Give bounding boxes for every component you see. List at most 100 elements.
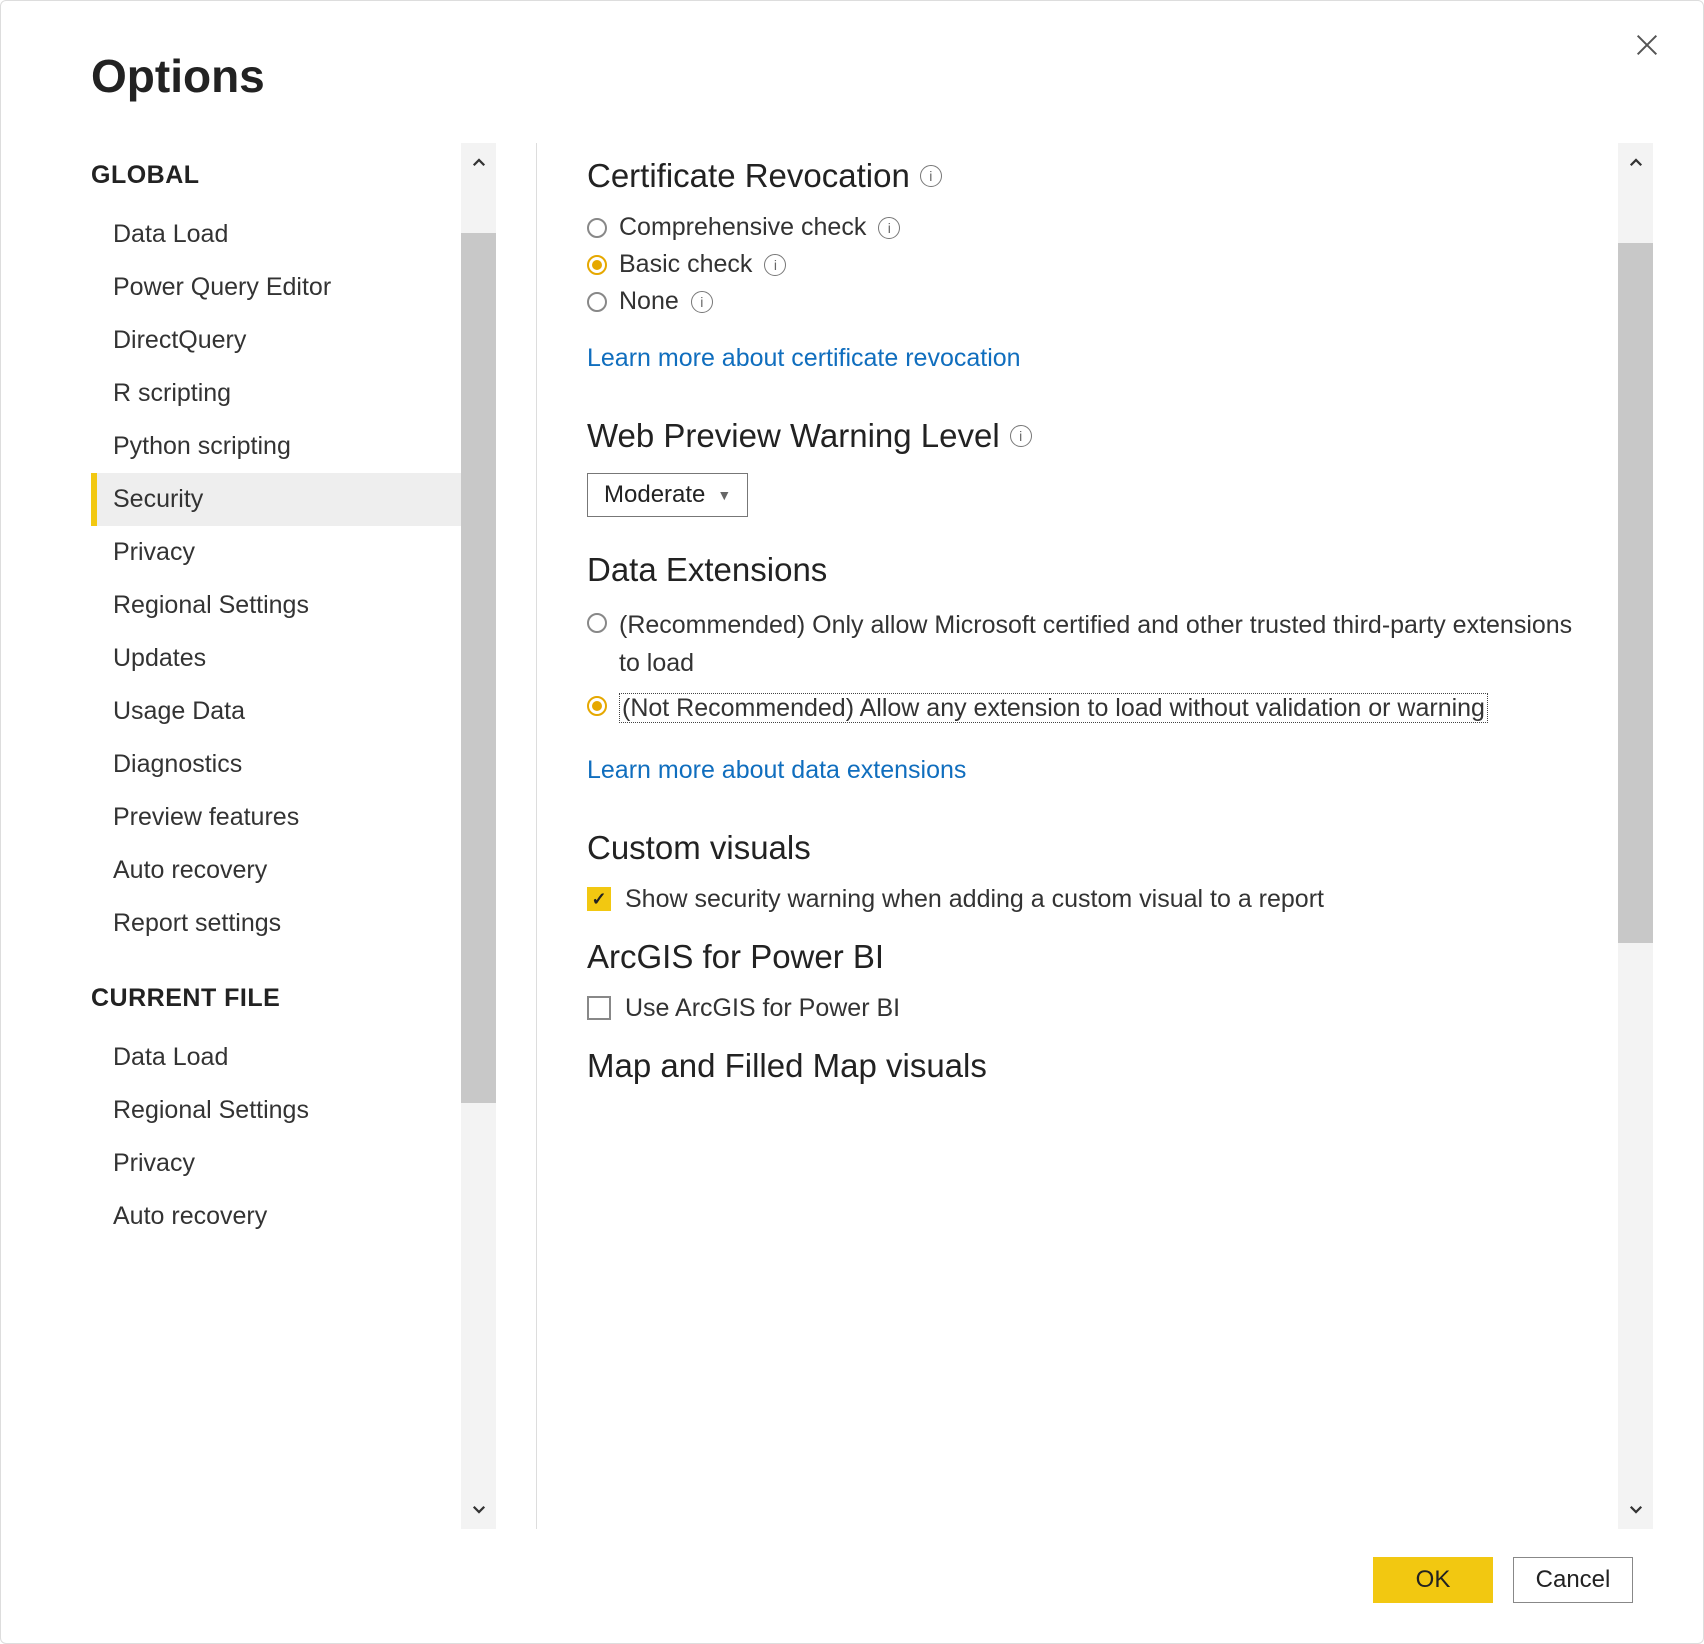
- scroll-down-icon[interactable]: [461, 1489, 496, 1529]
- radio-icon: [587, 613, 607, 633]
- scroll-down-icon[interactable]: [1618, 1489, 1653, 1529]
- sidebar-item-label: Diagnostics: [113, 750, 242, 778]
- close-icon[interactable]: [1631, 29, 1663, 61]
- scrollbar-thumb[interactable]: [461, 233, 496, 1103]
- link-data-extensions[interactable]: Learn more about data extensions: [587, 756, 966, 785]
- info-icon[interactable]: i: [1010, 425, 1032, 447]
- options-dialog: Options GLOBAL Data Load Power Query Edi…: [0, 0, 1704, 1644]
- section-label: Custom visuals: [587, 829, 811, 867]
- section-label: Data Extensions: [587, 551, 827, 589]
- sidebar-item-r-scripting[interactable]: R scripting: [91, 367, 461, 420]
- radio-label: (Not Recommended) Allow any extension to…: [619, 693, 1488, 723]
- sidebar: GLOBAL Data Load Power Query Editor Dire…: [91, 143, 461, 1529]
- sidebar-item-label: Preview features: [113, 803, 299, 831]
- radio-label: (Recommended) Only allow Microsoft certi…: [619, 607, 1598, 682]
- checkbox-icon: [587, 996, 611, 1020]
- cancel-button[interactable]: Cancel: [1513, 1557, 1633, 1603]
- sidebar-item-label: Auto recovery: [113, 1202, 267, 1230]
- sidebar-item-label: Power Query Editor: [113, 273, 331, 301]
- section-data-extensions: Data Extensions: [587, 551, 1598, 589]
- sidebar-item-auto-recovery[interactable]: Auto recovery: [91, 844, 461, 897]
- sidebar-item-label: Data Load: [113, 220, 228, 248]
- radio-icon: [587, 255, 607, 275]
- sidebar-item-privacy[interactable]: Privacy: [91, 526, 461, 579]
- main-container: Certificate Revocation i Comprehensive c…: [587, 143, 1653, 1529]
- chevron-down-icon: ▼: [717, 487, 731, 503]
- sidebar-item-usage-data[interactable]: Usage Data: [91, 685, 461, 738]
- sidebar-item-power-query-editor[interactable]: Power Query Editor: [91, 261, 461, 314]
- radio-label: None: [619, 287, 679, 316]
- sidebar-item-security[interactable]: Security: [91, 473, 461, 526]
- link-cert-revocation[interactable]: Learn more about certificate revocation: [587, 344, 1021, 373]
- radio-ext-recommended[interactable]: (Recommended) Only allow Microsoft certi…: [587, 607, 1598, 682]
- sidebar-item-label: Report settings: [113, 909, 281, 937]
- radio-label: Comprehensive check: [619, 213, 866, 242]
- sidebar-item-data-load[interactable]: Data Load: [91, 208, 461, 261]
- radio-icon: [587, 696, 607, 716]
- checkbox-icon: ✓: [587, 887, 611, 911]
- scrollbar-thumb[interactable]: [1618, 243, 1653, 943]
- sidebar-item-label: Updates: [113, 644, 206, 672]
- sidebar-item-label: Regional Settings: [113, 1096, 309, 1124]
- section-web-preview-warning: Web Preview Warning Level i: [587, 417, 1598, 455]
- sidebar-item-label: Auto recovery: [113, 856, 267, 884]
- sidebar-group-current-file: CURRENT FILE: [91, 984, 461, 1013]
- sidebar-item-cf-data-load[interactable]: Data Load: [91, 1031, 461, 1084]
- sidebar-container: GLOBAL Data Load Power Query Editor Dire…: [91, 143, 496, 1529]
- scroll-up-icon[interactable]: [461, 143, 496, 183]
- sidebar-item-label: DirectQuery: [113, 326, 246, 354]
- sidebar-item-diagnostics[interactable]: Diagnostics: [91, 738, 461, 791]
- info-icon[interactable]: i: [691, 291, 713, 313]
- section-map-visuals: Map and Filled Map visuals: [587, 1047, 1598, 1085]
- sidebar-item-label: Data Load: [113, 1043, 228, 1071]
- sidebar-item-cf-privacy[interactable]: Privacy: [91, 1137, 461, 1190]
- checkbox-arcgis[interactable]: Use ArcGIS for Power BI: [587, 994, 1598, 1023]
- sidebar-item-directquery[interactable]: DirectQuery: [91, 314, 461, 367]
- scroll-up-icon[interactable]: [1618, 143, 1653, 183]
- sidebar-item-report-settings[interactable]: Report settings: [91, 897, 461, 950]
- sidebar-item-label: Security: [113, 485, 203, 513]
- section-label: Certificate Revocation: [587, 157, 910, 195]
- sidebar-item-cf-regional-settings[interactable]: Regional Settings: [91, 1084, 461, 1137]
- sidebar-item-label: R scripting: [113, 379, 231, 407]
- radio-icon: [587, 292, 607, 312]
- sidebar-item-label: Usage Data: [113, 697, 245, 725]
- radio-comprehensive-check[interactable]: Comprehensive check i: [587, 213, 1598, 242]
- sidebar-item-updates[interactable]: Updates: [91, 632, 461, 685]
- checkbox-label: Use ArcGIS for Power BI: [625, 994, 900, 1023]
- sidebar-item-label: Regional Settings: [113, 591, 309, 619]
- dialog-footer: OK Cancel: [91, 1529, 1653, 1613]
- section-label: Web Preview Warning Level: [587, 417, 1000, 455]
- vertical-divider: [536, 143, 537, 1529]
- sidebar-item-regional-settings[interactable]: Regional Settings: [91, 579, 461, 632]
- select-value: Moderate: [604, 481, 705, 509]
- sidebar-item-python-scripting[interactable]: Python scripting: [91, 420, 461, 473]
- sidebar-group-global: GLOBAL: [91, 161, 461, 190]
- section-custom-visuals: Custom visuals: [587, 829, 1598, 867]
- sidebar-item-cf-auto-recovery[interactable]: Auto recovery: [91, 1190, 461, 1243]
- sidebar-item-label: Python scripting: [113, 432, 291, 460]
- radio-basic-check[interactable]: Basic check i: [587, 250, 1598, 279]
- checkbox-label: Show security warning when adding a cust…: [625, 885, 1324, 914]
- ok-button[interactable]: OK: [1373, 1557, 1493, 1603]
- info-icon[interactable]: i: [878, 217, 900, 239]
- sidebar-item-preview-features[interactable]: Preview features: [91, 791, 461, 844]
- dialog-body: GLOBAL Data Load Power Query Editor Dire…: [91, 143, 1653, 1529]
- sidebar-scrollbar[interactable]: [461, 143, 496, 1529]
- section-arcgis: ArcGIS for Power BI: [587, 938, 1598, 976]
- select-web-preview-level[interactable]: Moderate ▼: [587, 473, 748, 517]
- radio-ext-not-recommended[interactable]: (Not Recommended) Allow any extension to…: [587, 690, 1598, 728]
- radio-none[interactable]: None i: [587, 287, 1598, 316]
- checkbox-custom-visual-warning[interactable]: ✓ Show security warning when adding a cu…: [587, 885, 1598, 914]
- section-certificate-revocation: Certificate Revocation i: [587, 157, 1598, 195]
- section-label: ArcGIS for Power BI: [587, 938, 884, 976]
- main-panel: Certificate Revocation i Comprehensive c…: [587, 143, 1618, 1529]
- radio-label: Basic check: [619, 250, 752, 279]
- main-scrollbar[interactable]: [1618, 143, 1653, 1529]
- radio-icon: [587, 218, 607, 238]
- section-label: Map and Filled Map visuals: [587, 1047, 987, 1085]
- dialog-title: Options: [91, 49, 1653, 103]
- info-icon[interactable]: i: [920, 165, 942, 187]
- info-icon[interactable]: i: [764, 254, 786, 276]
- sidebar-item-label: Privacy: [113, 1149, 195, 1177]
